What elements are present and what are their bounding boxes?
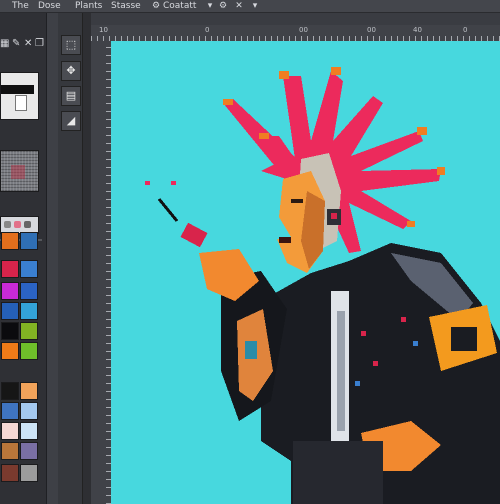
palette-swatch[interactable]: [20, 322, 38, 340]
menu-item-dose[interactable]: Dose: [38, 0, 61, 12]
mic-cable: [157, 198, 179, 222]
palette-swatch[interactable]: [1, 382, 19, 400]
close-icon[interactable]: ✕: [24, 37, 32, 51]
ruler-label: 0: [205, 26, 210, 34]
swatch-icon: [14, 221, 21, 228]
ruler-label: 10: [99, 26, 108, 34]
layer-preview[interactable]: [0, 72, 39, 120]
tool-strip: ⬚ ✥ ▤ ◢: [58, 13, 83, 504]
microphone: [180, 222, 208, 248]
palette-swatch[interactable]: [1, 342, 19, 360]
palette-swatch[interactable]: [20, 402, 38, 420]
texture-highlight: [11, 165, 25, 179]
shape-tool-icon[interactable]: ◢: [61, 111, 81, 131]
layers-icon[interactable]: ❐: [35, 37, 44, 51]
pen-icon[interactable]: ✎: [12, 37, 20, 51]
ear-piece-light: [331, 213, 337, 219]
menu-item-the[interactable]: The: [12, 0, 29, 12]
tattoo-detail: [245, 341, 257, 359]
palette-swatch[interactable]: [20, 232, 38, 250]
pixel-art-punk: [145, 67, 500, 504]
chevron-down-icon[interactable]: ▾: [250, 1, 260, 11]
palette-swatch[interactable]: [1, 282, 19, 300]
palette-swatch[interactable]: [1, 422, 19, 440]
pixel-spark: [171, 181, 176, 185]
layer-tool-icon[interactable]: ▤: [61, 86, 81, 106]
menu-item-stasse[interactable]: Stasse: [111, 0, 141, 12]
palette-swatch[interactable]: [20, 422, 38, 440]
panel-gutter: [47, 13, 58, 504]
shirt-shade: [337, 311, 345, 431]
ruler-label: 40: [413, 26, 422, 34]
gear-icon[interactable]: ⚙: [151, 1, 161, 11]
panel-toolbar: ▦ ✎ ✕ ❐: [0, 37, 46, 51]
palette-swatch[interactable]: [20, 382, 38, 400]
palette-swatch[interactable]: [20, 442, 38, 460]
palette-swatch[interactable]: [1, 442, 19, 460]
palette-swatch[interactable]: [20, 302, 38, 320]
preview-bar: [1, 85, 34, 94]
move-tool-icon[interactable]: ✥: [61, 61, 81, 81]
palette-swatch[interactable]: [1, 232, 19, 250]
palette-swatch[interactable]: [1, 322, 19, 340]
ruler-label: 00: [367, 26, 376, 34]
ruler-label: 00: [299, 26, 308, 34]
swatch-icon: [4, 221, 11, 228]
palette-swatch[interactable]: [1, 260, 19, 278]
close-icon[interactable]: ✕: [234, 1, 244, 11]
chevron-down-icon[interactable]: ▾: [205, 1, 215, 11]
eye: [291, 199, 303, 203]
palette-swatch[interactable]: [1, 464, 19, 482]
menu-bar: The Dose Plants Stasse ⚙ Coatatt ▾ ⚙ ✕ ▾: [0, 0, 500, 13]
ruler-vertical: [91, 41, 111, 504]
palette-swatch[interactable]: [1, 402, 19, 420]
palette-swatch[interactable]: [20, 260, 38, 278]
palette-swatch[interactable]: [20, 342, 38, 360]
patch-mark: [451, 327, 477, 351]
texture-preview[interactable]: [0, 150, 39, 192]
drawing-canvas[interactable]: [111, 41, 500, 504]
settings-icon[interactable]: ⚙: [218, 1, 228, 11]
select-tool-icon[interactable]: ⬚: [61, 35, 81, 55]
ruler-horizontal: 10 0 00 00 40 0: [91, 25, 500, 42]
menu-item-coatatt[interactable]: Coatatt: [163, 0, 196, 12]
swatch-icon: [24, 221, 31, 228]
ruler-label: 0: [463, 26, 468, 34]
palette-swatch[interactable]: [20, 464, 38, 482]
menu-item-plants[interactable]: Plants: [75, 0, 102, 12]
pants: [293, 441, 383, 504]
palette-swatch[interactable]: [1, 302, 19, 320]
document-icon: [15, 95, 27, 111]
palette-swatch[interactable]: [20, 282, 38, 300]
grid-icon[interactable]: ▦: [0, 37, 9, 51]
splitter[interactable]: [83, 13, 91, 504]
mouth: [279, 237, 291, 243]
pixel-spark: [145, 181, 150, 185]
